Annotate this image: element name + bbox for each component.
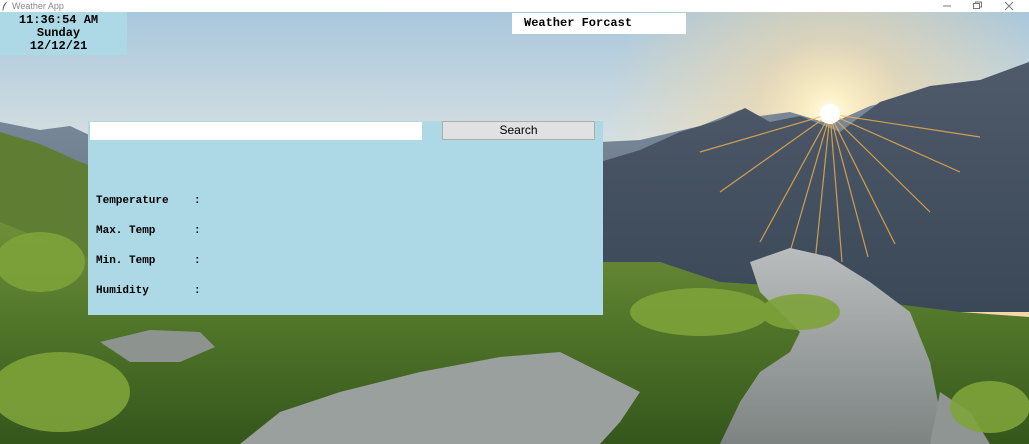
page-title: Weather Forcast [524, 16, 633, 30]
window-title: Weather App [12, 1, 64, 11]
page-title-box: Weather Forcast [512, 13, 686, 34]
feather-icon [2, 1, 8, 11]
clock-panel: 11:36:54 AM Sunday 12/12/21 [0, 12, 127, 55]
restore-icon[interactable] [962, 0, 992, 12]
temperature-label: Temperature [96, 195, 169, 207]
min-temp-separator: : [194, 255, 201, 267]
window-titlebar: Weather App [0, 0, 1029, 12]
city-search-input[interactable] [90, 122, 422, 140]
clock-date: 12/12/21 [29, 39, 88, 53]
min-temp-label: Min. Temp [96, 255, 156, 267]
weather-card: Search Temperature : Max. Temp : Min. Te… [88, 121, 603, 315]
humidity-label: Humidity [96, 285, 149, 297]
temperature-separator: : [194, 195, 201, 207]
search-button[interactable]: Search [442, 121, 595, 140]
close-icon[interactable] [994, 0, 1024, 12]
max-temp-label: Max. Temp [96, 225, 156, 237]
humidity-separator: : [194, 285, 201, 297]
minimize-icon[interactable] [932, 0, 962, 12]
max-temp-separator: : [194, 225, 201, 237]
